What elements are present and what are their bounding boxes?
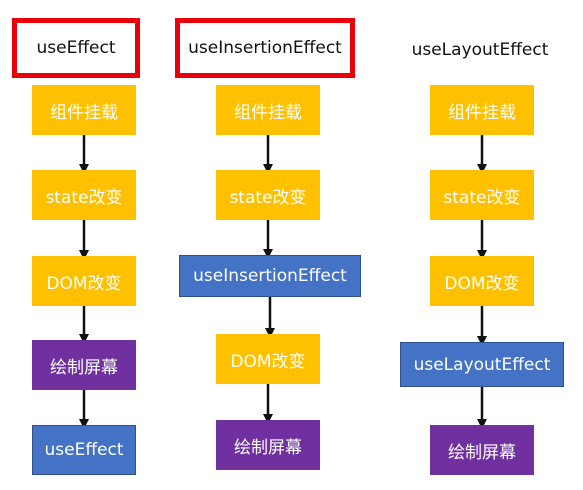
col2-step-state-change: state改变	[216, 170, 320, 220]
col2-step-useinsertioneffect: useInsertionEffect	[179, 255, 361, 297]
col3-step-paint-screen: 绘制屏幕	[430, 425, 534, 475]
col1-step-paint-screen: 绘制屏幕	[32, 340, 136, 390]
col1-step-mount: 组件挂载	[32, 85, 136, 135]
col1-step-state-change: state改变	[32, 170, 136, 220]
col1-step-useeffect: useEffect	[32, 425, 136, 475]
col3-step-state-change: state改变	[430, 170, 534, 220]
col2-step-dom-change: DOM改变	[216, 334, 320, 384]
col1-step-dom-change: DOM改变	[32, 256, 136, 306]
col3-step-uselayouteffect: useLayoutEffect	[400, 342, 564, 387]
flow-diagram: useEffect 组件挂载 state改变 DOM改变 绘制屏幕 useEff…	[0, 0, 583, 490]
col3-step-dom-change: DOM改变	[430, 256, 534, 306]
col3-step-mount: 组件挂载	[430, 85, 534, 135]
column-title-useeffect: useEffect	[12, 18, 140, 78]
col2-step-mount: 组件挂载	[216, 85, 320, 135]
column-title-useinsertioneffect: useInsertionEffect	[175, 18, 355, 78]
column-title-uselayouteffect: useLayoutEffect	[411, 40, 549, 60]
col2-step-paint-screen: 绘制屏幕	[216, 420, 320, 470]
